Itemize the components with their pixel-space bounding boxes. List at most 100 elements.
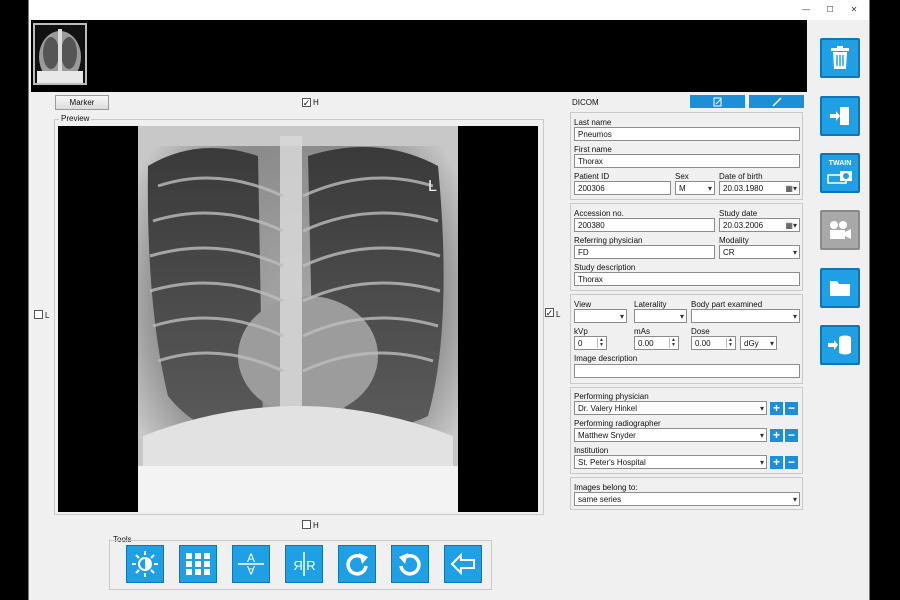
first-name-label: First name bbox=[574, 145, 612, 154]
l-left-checkbox[interactable] bbox=[34, 310, 43, 319]
trash-icon bbox=[831, 46, 849, 69]
h-bottom-checkbox[interactable] bbox=[302, 520, 311, 529]
institution-value: St. Peter's Hospital bbox=[578, 458, 646, 467]
perf-rad-select[interactable]: Matthew Snyder ▾ bbox=[574, 428, 767, 442]
title-bar: — ☐ ✕ bbox=[29, 0, 869, 20]
image-thumbnail[interactable] bbox=[33, 23, 87, 85]
grid-tool[interactable] bbox=[179, 545, 217, 583]
dob-field[interactable]: 20.03.1980 ▦▾ bbox=[719, 181, 800, 195]
kvp-value: 0 bbox=[578, 339, 583, 348]
rotate-clockwise-icon bbox=[346, 553, 368, 576]
exit-button[interactable] bbox=[820, 96, 860, 136]
add-institution-button[interactable]: + bbox=[770, 456, 783, 469]
kvp-field[interactable]: 0 ▲ ▼ bbox=[574, 336, 607, 350]
add-perf-phys-button[interactable]: + bbox=[770, 402, 783, 415]
institution-select[interactable]: St. Peter's Hospital ▾ bbox=[574, 455, 767, 469]
dose-unit-value: dGy bbox=[744, 339, 759, 348]
flip-vertical-tool[interactable]: A A bbox=[232, 545, 270, 583]
marker-button[interactable]: Marker bbox=[55, 95, 109, 110]
accession-label: Accession no. bbox=[574, 209, 624, 218]
dose-field[interactable]: 0.00 ▲ ▼ bbox=[691, 336, 736, 350]
video-button[interactable] bbox=[820, 210, 860, 250]
export-tool[interactable] bbox=[444, 545, 482, 583]
rotate-left-tool[interactable] bbox=[391, 545, 429, 583]
maximize-button[interactable]: ☐ bbox=[819, 2, 841, 16]
chevron-down-icon: ▾ bbox=[769, 339, 774, 348]
l-right-checkbox[interactable]: ✓ bbox=[545, 308, 554, 317]
study-date-field[interactable]: 20.03.2006 ▦▾ bbox=[719, 218, 800, 232]
mas-field[interactable]: 0.00 ▲ ▼ bbox=[634, 336, 679, 350]
brightness-contrast-tool[interactable] bbox=[126, 545, 164, 583]
minimize-button[interactable]: — bbox=[795, 2, 817, 16]
referring-field[interactable]: FD bbox=[574, 245, 715, 259]
referring-label: Referring physician bbox=[574, 236, 643, 245]
first-name-field[interactable]: Thorax bbox=[574, 154, 800, 168]
xray-preview[interactable]: L bbox=[58, 126, 538, 512]
h-top-checkbox[interactable]: ✓ bbox=[302, 98, 311, 107]
modality-label: Modality bbox=[719, 236, 749, 245]
import-database-button[interactable] bbox=[820, 325, 860, 365]
study-date-value: 20.03.2006 bbox=[723, 221, 764, 230]
close-button[interactable]: ✕ bbox=[843, 2, 865, 16]
edit-form-button[interactable] bbox=[690, 95, 745, 108]
perf-rad-value: Matthew Snyder bbox=[578, 431, 636, 440]
h-top-label: H bbox=[313, 98, 319, 107]
laterality-select[interactable]: ▾ bbox=[634, 309, 687, 323]
mas-label: mAs bbox=[634, 327, 650, 336]
belong-select[interactable]: same series ▾ bbox=[574, 492, 800, 506]
perf-phys-label: Performing physician bbox=[574, 392, 649, 401]
body-part-label: Body part examined bbox=[691, 300, 763, 309]
view-label: View bbox=[574, 300, 592, 309]
add-perf-rad-button[interactable]: + bbox=[770, 429, 783, 442]
dose-unit-select[interactable]: dGy ▾ bbox=[740, 336, 777, 350]
svg-text:R: R bbox=[293, 558, 302, 573]
pen-icon bbox=[771, 96, 782, 107]
accession-field[interactable]: 200380 bbox=[574, 218, 715, 232]
view-select[interactable]: ▾ bbox=[574, 309, 627, 323]
chevron-down-icon: ▾ bbox=[679, 312, 684, 321]
image-desc-field[interactable] bbox=[574, 364, 800, 378]
dicom-header: DICOM bbox=[572, 98, 599, 107]
pen-button[interactable] bbox=[749, 95, 804, 108]
modality-select[interactable]: CR ▾ bbox=[719, 245, 800, 259]
remove-perf-phys-button[interactable]: − bbox=[785, 402, 798, 415]
perf-phys-select[interactable]: Dr. Valery Hinkel ▾ bbox=[574, 401, 767, 415]
grid-icon bbox=[186, 553, 210, 575]
rotate-right-tool[interactable] bbox=[338, 545, 376, 583]
mas-value: 0.00 bbox=[638, 339, 654, 348]
chevron-down-icon: ▾ bbox=[759, 431, 764, 440]
belong-label: Images belong to: bbox=[574, 483, 638, 492]
edit-form-icon bbox=[713, 97, 721, 106]
patient-id-label: Patient ID bbox=[574, 172, 610, 181]
body-part-select[interactable]: ▾ bbox=[691, 309, 800, 323]
twain-button[interactable]: TWAIN bbox=[820, 153, 860, 193]
last-name-field[interactable]: Pneumos bbox=[574, 127, 800, 141]
svg-text:A: A bbox=[247, 563, 255, 577]
rotate-counterclockwise-icon bbox=[399, 553, 421, 576]
calendar-icon[interactable]: ▦▾ bbox=[785, 221, 797, 230]
calendar-icon[interactable]: ▦▾ bbox=[785, 184, 797, 193]
open-folder-button[interactable] bbox=[820, 268, 860, 308]
scanner-icon bbox=[827, 170, 852, 184]
remove-institution-button[interactable]: − bbox=[785, 456, 798, 469]
flip-horizontal-tool[interactable]: R R bbox=[285, 545, 323, 583]
mas-spinner[interactable]: ▲ ▼ bbox=[669, 338, 677, 348]
perf-phys-value: Dr. Valery Hinkel bbox=[578, 404, 637, 413]
study-date-label: Study date bbox=[719, 209, 758, 218]
image-desc-label: Image description bbox=[574, 354, 638, 363]
l-left-label: L bbox=[45, 311, 50, 320]
dose-value: 0.00 bbox=[695, 339, 711, 348]
twain-label: TWAIN bbox=[828, 159, 852, 167]
study-desc-field[interactable]: Thorax bbox=[574, 272, 800, 286]
kvp-spinner[interactable]: ▲ ▼ bbox=[597, 338, 605, 348]
sex-select[interactable]: M ▾ bbox=[675, 181, 715, 195]
svg-text:R: R bbox=[306, 558, 315, 573]
delete-button[interactable] bbox=[820, 38, 860, 78]
chevron-down-icon: ▾ bbox=[619, 312, 624, 321]
dose-spinner[interactable]: ▲ ▼ bbox=[726, 338, 734, 348]
patient-id-field[interactable]: 200306 bbox=[574, 181, 671, 195]
thumbnail-strip bbox=[31, 20, 807, 92]
sex-value: M bbox=[679, 184, 686, 193]
chevron-down-icon: ▾ bbox=[759, 404, 764, 413]
remove-perf-rad-button[interactable]: − bbox=[785, 429, 798, 442]
